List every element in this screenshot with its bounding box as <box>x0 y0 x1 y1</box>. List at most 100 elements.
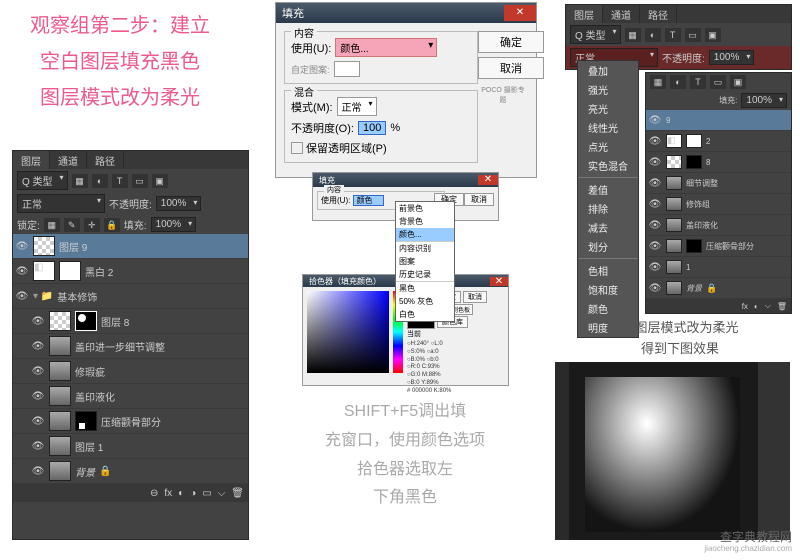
lock-paint-icon[interactable]: ✎ <box>64 218 80 232</box>
blend-mode-dropdown[interactable]: 正常 <box>17 194 105 213</box>
filter-icon[interactable]: ▣ <box>705 28 721 42</box>
lock-all-icon[interactable]: 🔒 <box>104 218 120 232</box>
opacity-value[interactable]: 100% <box>709 50 755 65</box>
menu-item[interactable]: 白色 <box>396 308 454 321</box>
filter-smart-icon[interactable]: ▣ <box>152 174 168 188</box>
mask-icon[interactable]: ◐ <box>178 488 184 499</box>
menu-item[interactable]: 色相 <box>578 261 638 280</box>
menu-item[interactable]: 饱和度 <box>578 280 638 299</box>
menu-item[interactable]: 图案 <box>396 255 454 268</box>
layer-row[interactable]: 👁◧2 <box>646 131 791 152</box>
tab-channels[interactable]: 通道 <box>50 151 87 169</box>
visibility-icon[interactable]: 👁 <box>31 466 45 477</box>
layer-row[interactable]: 👁▾ 📁基本修饰 <box>13 284 248 309</box>
group-icon[interactable]: ▭ <box>202 488 211 499</box>
layer-row[interactable]: 👁1 <box>646 257 791 278</box>
mode-dropdown[interactable]: 正常 <box>337 97 377 116</box>
menu-item[interactable]: 划分 <box>578 237 638 256</box>
visibility-icon[interactable]: 👁 <box>648 157 662 168</box>
link-icon[interactable]: ⊖ <box>150 488 158 499</box>
layer-row[interactable]: 👁细节调整 <box>646 173 791 194</box>
filter-icon[interactable]: ▭ <box>710 75 726 89</box>
filter-shape-icon[interactable]: ▭ <box>132 174 148 188</box>
menu-item[interactable]: 颜色... <box>396 228 454 241</box>
tab-channels[interactable]: 通道 <box>603 5 640 23</box>
ok-button[interactable]: 确定 <box>478 31 544 53</box>
menu-item[interactable]: 点光 <box>578 137 638 156</box>
layer-row[interactable]: 👁压缩颧骨部分 <box>646 236 791 257</box>
fill-value[interactable]: 100% <box>741 93 787 108</box>
menu-item[interactable]: 黑色 <box>396 282 454 295</box>
menu-item[interactable]: 排除 <box>578 199 638 218</box>
filter-pixel-icon[interactable]: ▦ <box>72 174 88 188</box>
use-dropdown[interactable]: 颜色... <box>335 38 437 57</box>
visibility-icon[interactable]: 👁 <box>648 199 662 210</box>
new-icon[interactable]: ⌵ <box>218 488 226 499</box>
menu-item[interactable]: 叠加 <box>578 61 638 80</box>
visibility-icon[interactable]: 👁 <box>31 316 45 327</box>
filter-icon[interactable]: ▦ <box>625 28 641 42</box>
layer-row[interactable]: 👁盖印进一步细节调整 <box>13 334 248 359</box>
menu-item[interactable]: 内容识别 <box>396 242 454 255</box>
filter-icon[interactable]: ▣ <box>730 75 746 89</box>
kind-filter[interactable]: Q 类型 <box>17 171 68 190</box>
filter-type-icon[interactable]: T <box>112 174 128 188</box>
layer-row[interactable]: 👁修瑕疵 <box>13 359 248 384</box>
visibility-icon[interactable]: 👁 <box>31 391 45 402</box>
fx-icon[interactable]: fx <box>742 302 748 311</box>
visibility-icon[interactable]: 👁 <box>31 441 45 452</box>
layer-row[interactable]: 👁◧黑白 2 <box>13 259 248 284</box>
menu-item[interactable]: 亮光 <box>578 99 638 118</box>
visibility-icon[interactable]: 👁 <box>648 178 662 189</box>
menu-item[interactable]: 前景色 <box>396 202 454 215</box>
menu-item[interactable]: 线性光 <box>578 118 638 137</box>
menu-item[interactable]: 强光 <box>578 80 638 99</box>
tab-paths[interactable]: 路径 <box>87 151 124 169</box>
layer-row[interactable]: 👁修饰组 <box>646 194 791 215</box>
tab-paths[interactable]: 路径 <box>640 5 677 23</box>
menu-item[interactable]: 差值 <box>578 180 638 199</box>
visibility-icon[interactable]: 👁 <box>648 220 662 231</box>
fx-icon[interactable]: fx <box>164 488 172 499</box>
menu-item[interactable]: 实色混合 <box>578 156 638 175</box>
filter-icon[interactable]: ◐ <box>670 75 686 89</box>
layer-row[interactable]: 👁8 <box>646 152 791 173</box>
visibility-icon[interactable]: 👁 <box>648 262 662 273</box>
cancel-button[interactable]: 取消 <box>463 291 487 303</box>
opacity-value[interactable]: 100% <box>156 196 202 211</box>
layer-row[interactable]: 👁图层 1 <box>13 434 248 459</box>
visibility-icon[interactable]: 👁 <box>648 241 662 252</box>
fill-value[interactable]: 100% <box>151 217 197 232</box>
menu-item[interactable]: 50% 灰色 <box>396 295 454 308</box>
opacity-input[interactable]: 100 <box>358 121 386 135</box>
cancel-button[interactable]: 取消 <box>478 57 544 79</box>
mask-icon[interactable]: ◐ <box>754 302 759 311</box>
filter-icon[interactable]: ◐ <box>645 28 661 42</box>
trash-icon[interactable]: 🗑 <box>231 488 244 499</box>
cancel-button[interactable]: 取消 <box>464 193 494 206</box>
filter-icon[interactable]: ▭ <box>685 28 701 42</box>
layer-row[interactable]: 👁压缩颧骨部分 <box>13 409 248 434</box>
filter-icon[interactable]: ▦ <box>650 75 666 89</box>
menu-item[interactable]: 历史记录 <box>396 268 454 281</box>
tab-layers[interactable]: 图层 <box>13 151 50 169</box>
preserve-checkbox[interactable] <box>291 142 303 154</box>
new-icon[interactable]: ⌵ <box>765 301 771 311</box>
menu-item[interactable]: 背景色 <box>396 215 454 228</box>
use-dropdown[interactable]: 颜色 <box>353 195 384 206</box>
adj-icon[interactable]: ◑ <box>190 488 196 499</box>
close-icon[interactable]: ✕ <box>504 5 536 21</box>
trash-icon[interactable]: 🗑 <box>777 302 787 311</box>
visibility-icon[interactable]: 👁 <box>31 416 45 427</box>
visibility-icon[interactable]: 👁 <box>648 283 662 294</box>
lock-move-icon[interactable]: ✛ <box>84 218 100 232</box>
tab-layers[interactable]: 图层 <box>566 5 603 23</box>
color-field[interactable] <box>307 291 389 373</box>
filter-icon[interactable]: T <box>665 28 681 42</box>
layer-row[interactable]: 👁图层 9 <box>13 234 248 259</box>
layer-row[interactable]: 👁图层 8 <box>13 309 248 334</box>
visibility-icon[interactable]: 👁 <box>15 266 29 277</box>
visibility-icon[interactable]: 👁 <box>31 341 45 352</box>
visibility-icon[interactable]: 👁 <box>648 115 662 126</box>
visibility-icon[interactable]: 👁 <box>648 136 662 147</box>
